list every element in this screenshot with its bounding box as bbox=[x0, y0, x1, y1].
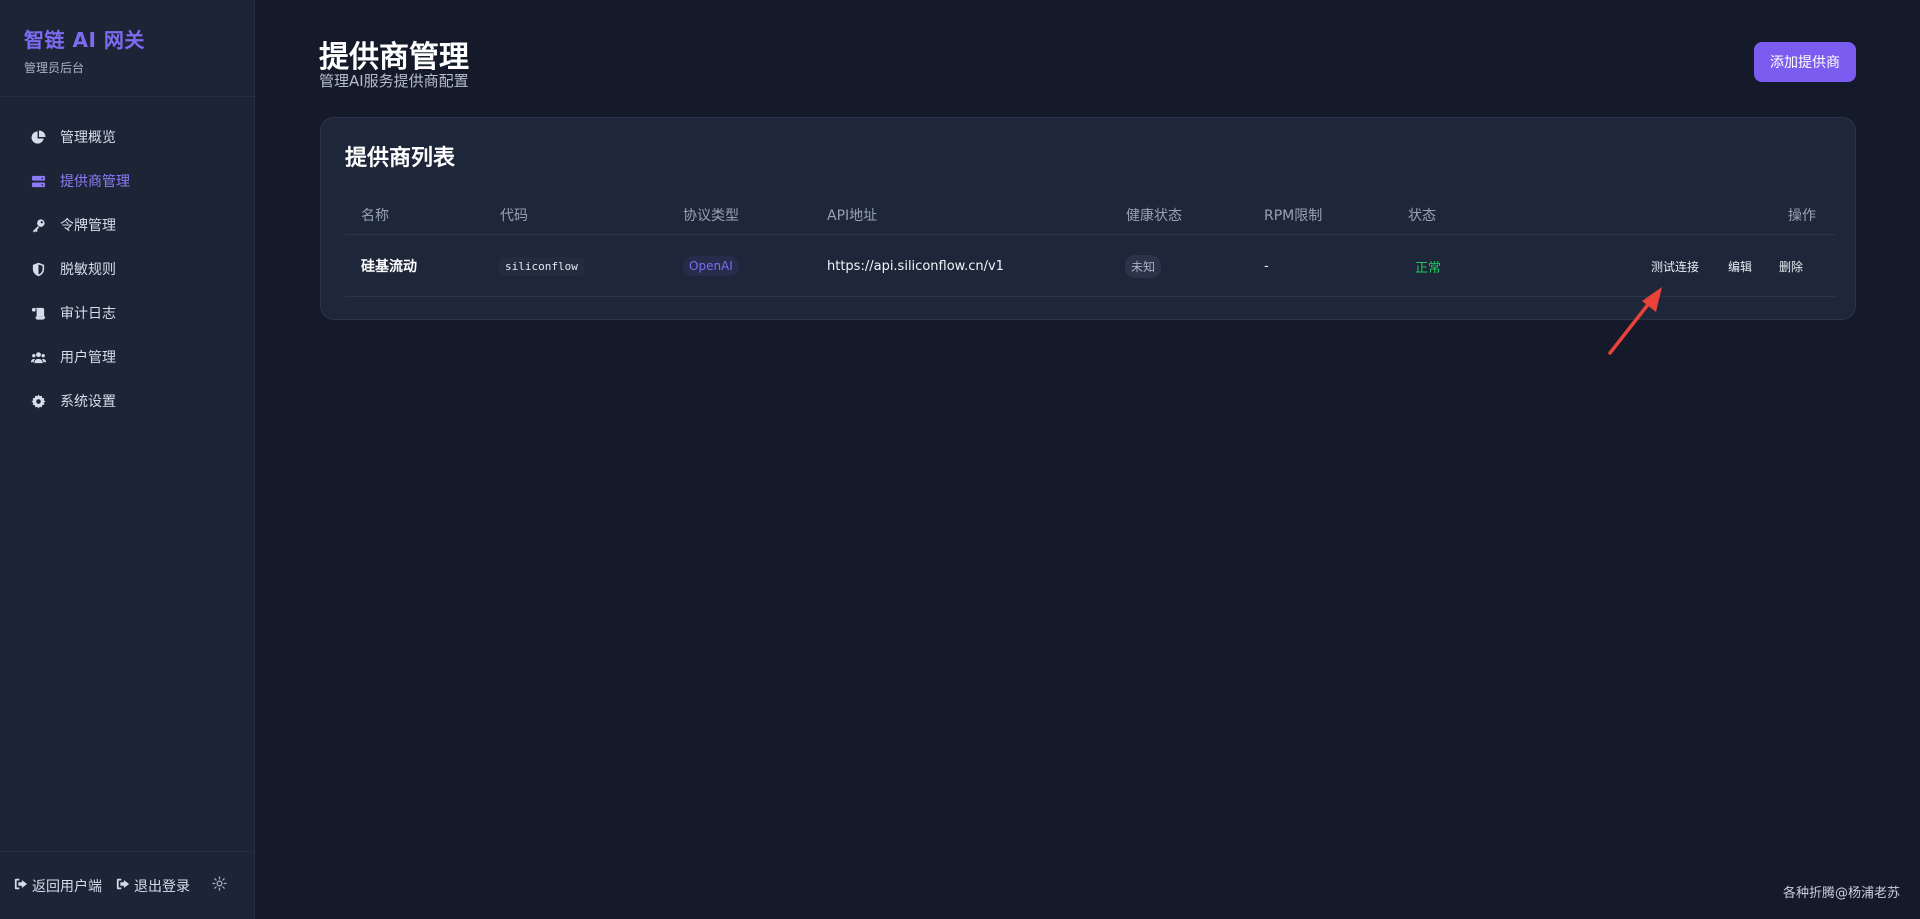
sign-out-icon bbox=[116, 877, 130, 895]
sidebar-item-label: 脱敏规则 bbox=[60, 262, 116, 278]
protocol-badge: OpenAI bbox=[683, 256, 739, 276]
sidebar-footer: 返回用户端 退出登录 bbox=[0, 851, 255, 919]
column-header-health: 健康状态 bbox=[1126, 208, 1182, 224]
page-subtitle: 管理AI服务提供商配置 bbox=[319, 72, 469, 90]
column-header-rpm: RPM限制 bbox=[1264, 208, 1323, 224]
brand: 智链 AI 网关 管理员后台 bbox=[0, 0, 254, 97]
server-icon bbox=[30, 173, 46, 189]
column-header-protocol: 协议类型 bbox=[683, 208, 739, 224]
annotation-arrow-icon bbox=[1608, 287, 1662, 355]
theme-toggle-button[interactable] bbox=[212, 876, 227, 895]
sidebar-item-settings[interactable]: 系统设置 bbox=[0, 379, 254, 423]
column-header-status: 状态 bbox=[1408, 208, 1436, 224]
provider-code-cell: siliconflow bbox=[499, 236, 584, 296]
column-header-api-url: API地址 bbox=[827, 208, 878, 224]
delete-button[interactable]: 删除 bbox=[1779, 236, 1803, 296]
sidebar-item-masking-rules[interactable]: 脱敏规则 bbox=[0, 247, 254, 291]
back-to-user-label: 返回用户端 bbox=[32, 878, 102, 895]
sidebar-item-label: 管理概览 bbox=[60, 130, 116, 146]
health-badge: 未知 bbox=[1125, 254, 1162, 278]
sun-icon bbox=[212, 876, 227, 895]
logout-label: 退出登录 bbox=[134, 878, 190, 895]
back-to-user-link[interactable]: 返回用户端 bbox=[14, 876, 102, 896]
sidebar-nav: 管理概览 提供商管理 令牌管理 脱敏规则 审计日志 用户管理 系统设置 bbox=[0, 97, 254, 423]
card-title: 提供商列表 bbox=[345, 146, 456, 171]
key-icon bbox=[30, 217, 46, 233]
table-header: 名称 代码 协议类型 API地址 健康状态 RPM限制 状态 操作 bbox=[345, 193, 1835, 235]
provider-api-url: https://api.siliconflow.cn/v1 bbox=[827, 258, 1004, 274]
sidebar-item-label: 审计日志 bbox=[60, 306, 116, 322]
sidebar-item-label: 用户管理 bbox=[60, 350, 116, 366]
provider-rpm: - bbox=[1264, 258, 1269, 274]
edit-button[interactable]: 编辑 bbox=[1728, 236, 1752, 296]
sidebar: 智链 AI 网关 管理员后台 管理概览 提供商管理 令牌管理 脱敏规则 审计日志… bbox=[0, 0, 255, 919]
sidebar-item-label: 提供商管理 bbox=[60, 174, 130, 190]
column-header-name: 名称 bbox=[361, 208, 389, 224]
shield-icon bbox=[30, 261, 46, 277]
sidebar-item-audit-logs[interactable]: 审计日志 bbox=[0, 291, 254, 335]
sidebar-item-users[interactable]: 用户管理 bbox=[0, 335, 254, 379]
sidebar-item-label: 令牌管理 bbox=[60, 218, 116, 234]
sidebar-item-tokens[interactable]: 令牌管理 bbox=[0, 203, 254, 247]
add-provider-button[interactable]: 添加提供商 bbox=[1754, 42, 1856, 82]
column-header-actions: 操作 bbox=[1788, 208, 1816, 224]
column-header-code: 代码 bbox=[500, 208, 528, 224]
provider-health-cell: 未知 bbox=[1125, 236, 1162, 296]
brand-title: 智链 AI 网关 bbox=[24, 28, 145, 52]
watermark: 各种折腾@杨浦老苏 bbox=[1782, 886, 1900, 901]
scroll-icon bbox=[30, 305, 46, 321]
users-icon bbox=[30, 349, 46, 365]
gear-icon bbox=[30, 393, 46, 409]
brand-subtitle: 管理员后台 bbox=[24, 61, 85, 75]
sidebar-item-providers[interactable]: 提供商管理 bbox=[0, 159, 254, 203]
sign-out-icon bbox=[14, 877, 28, 895]
sidebar-item-overview[interactable]: 管理概览 bbox=[0, 115, 254, 159]
pie-chart-icon bbox=[30, 129, 46, 145]
sidebar-item-label: 系统设置 bbox=[60, 394, 116, 410]
provider-code: siliconflow bbox=[499, 256, 584, 276]
logout-button[interactable]: 退出登录 bbox=[116, 876, 190, 896]
status-badge: 正常 bbox=[1415, 260, 1442, 276]
provider-name: 硅基流动 bbox=[361, 259, 417, 275]
provider-protocol-cell: OpenAI bbox=[683, 236, 739, 296]
